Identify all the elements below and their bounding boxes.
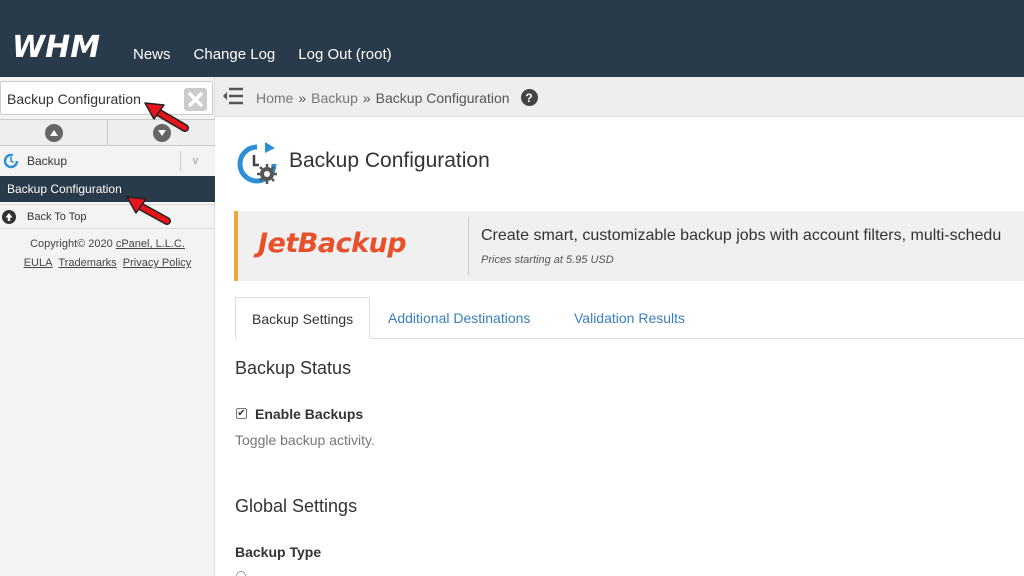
back-to-top-link[interactable]: Back To Top [0, 204, 215, 229]
backup-configuration-icon [237, 142, 277, 184]
whm-logo[interactable]: WHM [12, 31, 114, 61]
nav-logout-link[interactable]: Log Out (root) [298, 46, 391, 63]
breadcrumb-separator: » [298, 89, 307, 106]
help-icon[interactable]: ? [520, 89, 538, 106]
trademarks-link[interactable]: Trademarks [58, 257, 116, 269]
menu-collapse-icon[interactable] [222, 87, 244, 105]
breadcrumb-bar: Home » Backup » Backup Configuration ? [215, 77, 1024, 117]
banner-price: Prices starting at 5.95 USD [481, 254, 614, 266]
banner-text: Create smart, customizable backup jobs w… [481, 227, 1002, 244]
top-bar: WHM News Change Log Log Out (root) [0, 0, 1024, 77]
nav-change-log-link[interactable]: Change Log [194, 46, 276, 63]
tab-bar: Backup Settings Additional Destinations … [235, 297, 1024, 339]
sidebar-category-label: Backup [27, 154, 68, 168]
nav-news-link[interactable]: News [133, 46, 171, 63]
breadcrumb-current: Backup Configuration [375, 89, 510, 106]
jetbackup-banner[interactable]: JetBackup Create smart, customizable bac… [234, 211, 1024, 281]
global-settings-heading: Global Settings [235, 496, 358, 516]
tab-additional-destinations[interactable]: Additional Destinations [372, 297, 546, 339]
annotation-arrow-icon [144, 102, 189, 132]
back-to-top-label: Back To Top [27, 210, 87, 223]
enable-backups-label[interactable]: Enable Backups [255, 406, 363, 422]
backup-status-heading: Backup Status [235, 358, 352, 378]
arrow-up-circle-icon [2, 209, 16, 224]
chevron-down-icon[interactable]: v [180, 151, 210, 171]
jetbackup-logo: JetBackup [258, 228, 407, 259]
sidebar-footer: Copyright© 2020 cPanel, L.L.C. EULA Trad… [0, 235, 215, 273]
breadcrumb-backup[interactable]: Backup [311, 90, 358, 106]
backup-type-label: Backup Type [235, 544, 322, 560]
annotation-arrow-icon [126, 196, 171, 225]
sidebar-item-backup-configuration[interactable]: Backup Configuration [0, 176, 215, 202]
breadcrumb-home[interactable]: Home [256, 90, 293, 106]
tab-validation-results[interactable]: Validation Results [558, 297, 701, 339]
tab-backup-settings[interactable]: Backup Settings [235, 297, 371, 339]
scroll-up-button[interactable] [0, 120, 107, 145]
copyright-text: Copyright© 2020 [30, 238, 116, 250]
backup-status-help: Toggle backup activity. [235, 432, 375, 448]
eula-link[interactable]: EULA [24, 257, 53, 269]
banner-divider [468, 217, 469, 275]
page-title: Backup Configuration [289, 149, 490, 172]
sidebar: Backup v Backup Configuration Back To To… [0, 77, 215, 576]
top-nav: News Change Log Log Out (root) [133, 46, 392, 63]
svg-text:WHM: WHM [12, 31, 100, 61]
cpanel-link[interactable]: cPanel, L.L.C. [116, 238, 185, 250]
breadcrumb: Home » Backup » Backup Configuration ? [256, 89, 538, 106]
breadcrumb-separator: » [362, 89, 371, 106]
privacy-policy-link[interactable]: Privacy Policy [123, 257, 191, 269]
arrow-up-icon [44, 123, 63, 142]
backup-type-radio[interactable] [236, 571, 246, 576]
backup-icon [3, 153, 19, 169]
enable-backups-checkbox[interactable]: ✔ [236, 408, 247, 419]
sidebar-category-backup[interactable]: Backup v [0, 147, 215, 175]
